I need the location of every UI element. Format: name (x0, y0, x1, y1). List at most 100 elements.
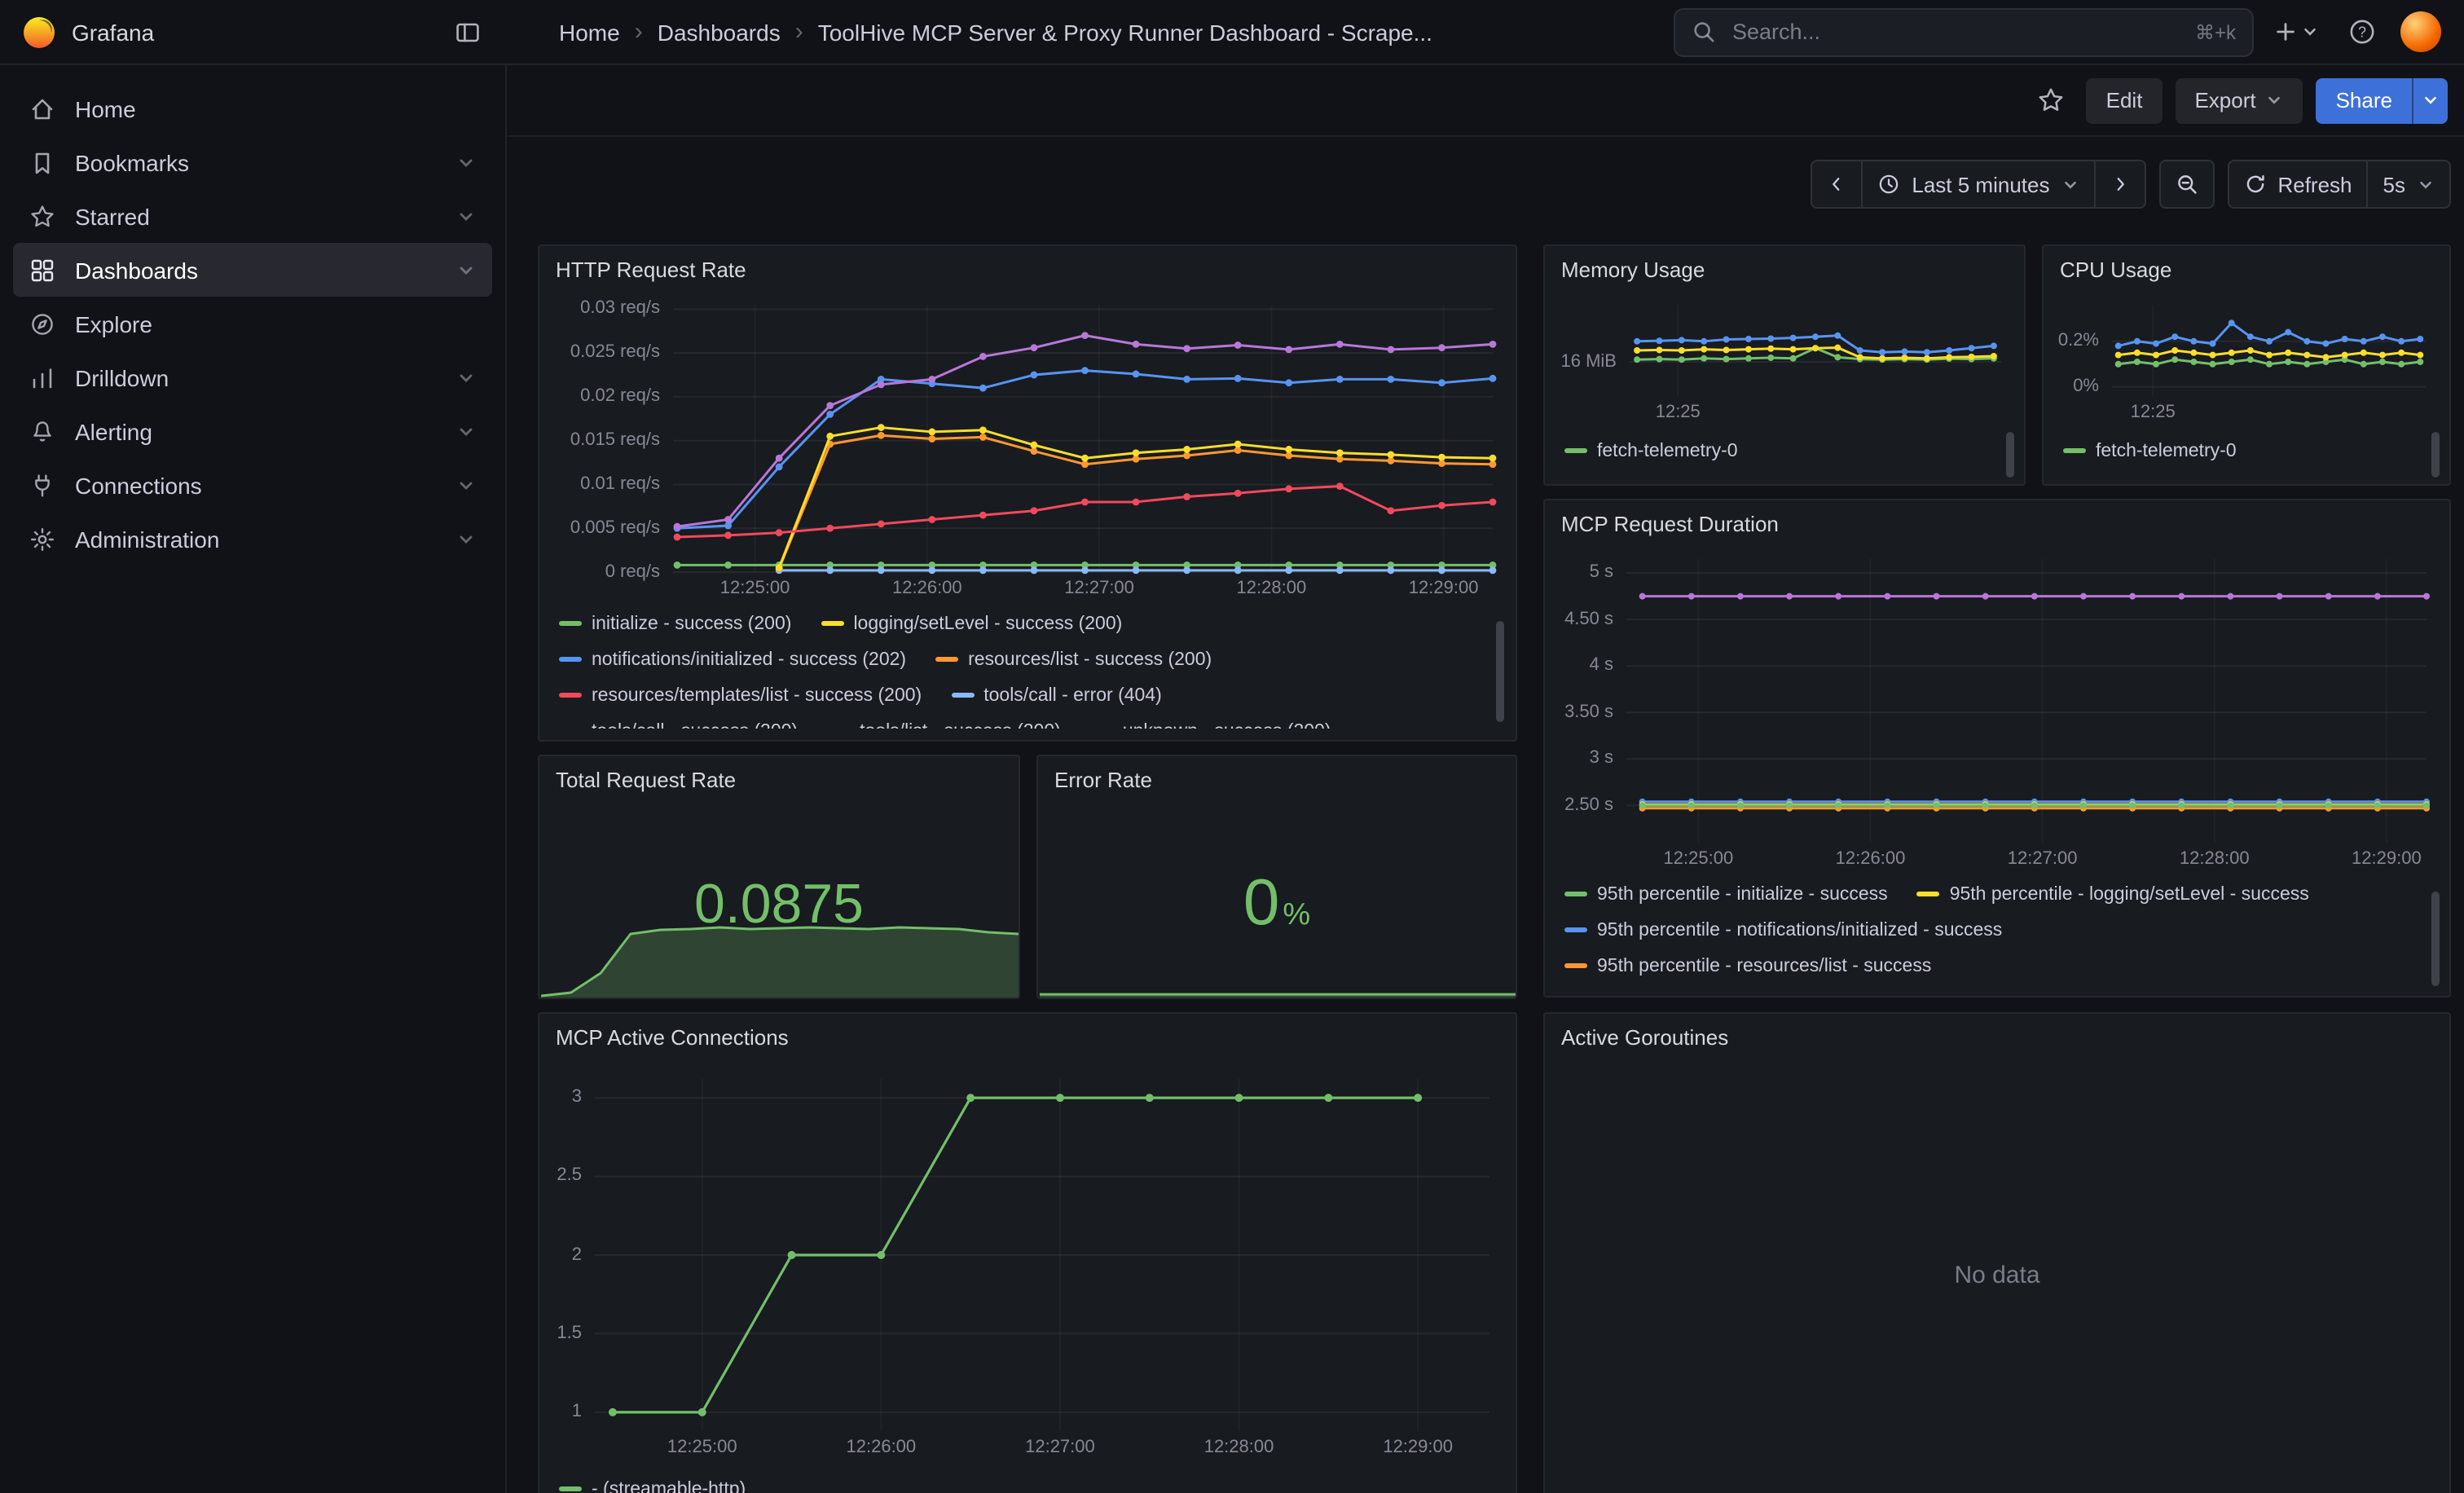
error-rate-sparkline[interactable] (1040, 968, 1516, 998)
search-input[interactable] (1729, 18, 2182, 46)
legend-item[interactable]: resources/templates/list - success (200) (559, 685, 922, 705)
legend-series-marker (951, 693, 974, 698)
legend-row: notifications/initialized - success (202… (559, 647, 1472, 672)
legend-series-label: - (streamable-http) (592, 1479, 746, 1493)
panel-title[interactable]: Total Request Rate (539, 756, 1019, 792)
legend-series-marker (1917, 892, 1940, 896)
add-button[interactable] (2270, 9, 2322, 55)
refresh-interval-picker[interactable]: 5s (2369, 160, 2451, 209)
legend-series-label: fetch-telemetry-0 (1597, 441, 1738, 460)
sidebar-item-label: Drilldown (75, 364, 169, 390)
chevron-down-icon (456, 206, 476, 226)
chevron-down-icon (456, 421, 476, 441)
chevron-left-icon (1827, 174, 1846, 194)
legend-item[interactable]: notifications/initialized - success (202… (559, 650, 906, 669)
legend-scrollbar[interactable] (2006, 432, 2014, 478)
brand-title: Grafana (72, 19, 154, 45)
sidebar-item-label: Alerting (75, 418, 152, 444)
breadcrumb: Home › Dashboards › ToolHive MCP Server … (559, 18, 1432, 46)
chevron-down-icon (456, 260, 476, 280)
time-range-label: Last 5 minutes (1912, 172, 2049, 196)
cpu-usage-chart[interactable]: 0.2%0%12:25 (2053, 295, 2440, 422)
legend-item[interactable]: logging/setLevel - success (200) (821, 614, 1122, 633)
search-box[interactable]: ⌘+k (1674, 7, 2254, 56)
share-button[interactable]: Share (2317, 77, 2412, 123)
legend-item[interactable]: 95th percentile - logging/setLevel - suc… (1917, 884, 2309, 904)
refresh-button[interactable]: Refresh (2227, 160, 2368, 209)
legend-series-label: tools/call - error (404) (983, 685, 1162, 705)
legend-scrollbar[interactable] (1496, 621, 1504, 722)
legend-item[interactable]: resources/list - success (200) (935, 650, 1212, 669)
sidebar-item-administration[interactable]: Administration (13, 512, 492, 566)
legend-series-label: 95th percentile - resources/list - succe… (1597, 956, 1931, 976)
legend-item[interactable]: fetch-telemetry-0 (1564, 441, 1738, 460)
search-shortcut: ⌘+k (2195, 20, 2236, 43)
panel-title[interactable]: CPU Usage (2044, 246, 2449, 282)
topbar: Grafana Home › Dashboards › ToolHive MCP… (0, 0, 2464, 65)
http-request-rate-chart[interactable]: 0.03 req/s0.025 req/s0.02 req/s0.015 req… (549, 295, 1509, 601)
legend-item[interactable]: tools/list - success (200) (827, 721, 1061, 729)
panel-title[interactable]: HTTP Request Rate (539, 246, 1516, 282)
legend-item[interactable]: initialize - success (200) (559, 614, 791, 633)
chart-canvas (549, 295, 1509, 601)
export-button[interactable]: Export (2175, 77, 2303, 123)
panel-title[interactable]: Error Rate (1038, 756, 1516, 792)
panel-left-icon (455, 19, 481, 45)
plug-icon (29, 472, 55, 498)
legend-item[interactable]: - (streamable-http) (559, 1479, 746, 1493)
zoom-out-button[interactable] (2158, 160, 2214, 209)
legend-item[interactable]: 95th percentile - resources/list - succe… (1564, 956, 1931, 976)
time-forward-button[interactable] (2095, 160, 2145, 209)
sidebar-item-connections[interactable]: Connections (13, 458, 492, 512)
sidebar-item-bookmarks[interactable]: Bookmarks (13, 135, 492, 189)
panel-title[interactable]: MCP Active Connections (539, 1014, 1516, 1050)
breadcrumb-dashboards[interactable]: Dashboards (658, 19, 781, 45)
panel-title[interactable]: Memory Usage (1545, 246, 2024, 282)
legend-series-label: tools/call - success (200) (592, 721, 798, 729)
share-button-label: Share (2336, 88, 2392, 112)
legend-series-marker (1564, 927, 1587, 932)
time-range-picker[interactable]: Last 5 minutes (1863, 160, 2095, 209)
panel-mcp-request-duration: MCP Request Duration 5 s4.50 s4 s3.50 s3… (1543, 499, 2451, 998)
chart-canvas (1555, 295, 2014, 422)
legend-series-label: 95th percentile - logging/setLevel - suc… (1950, 884, 2309, 904)
favorite-star-button[interactable] (2028, 77, 2074, 123)
breadcrumb-home[interactable]: Home (559, 19, 620, 45)
edit-button[interactable]: Edit (2087, 77, 2163, 123)
legend-scrollbar[interactable] (2431, 432, 2440, 478)
legend-item[interactable]: 95th percentile - notifications/initiali… (1564, 920, 2002, 940)
sidebar-item-alerting[interactable]: Alerting (13, 404, 492, 458)
help-button[interactable]: ? (2339, 9, 2384, 55)
sidebar-toggle-button[interactable] (445, 9, 491, 55)
sidebar-item-home[interactable]: Home (13, 81, 492, 135)
legend-series-label: fetch-telemetry-0 (2096, 441, 2237, 460)
panel-error-rate: Error Rate 0 % (1036, 755, 1517, 999)
time-back-button[interactable] (1811, 160, 1863, 209)
legend-item[interactable]: unknown - success (200) (1090, 721, 1331, 729)
breadcrumb-separator: › (635, 18, 643, 46)
legend-item[interactable]: tools/call - success (200) (559, 721, 798, 729)
sidebar-item-dashboards[interactable]: Dashboards (13, 243, 492, 297)
legend-item[interactable]: fetch-telemetry-0 (2063, 441, 2237, 460)
mcp-request-duration-chart[interactable]: 5 s4.50 s4 s3.50 s3 s2.50 s12:25:0012:26… (1555, 549, 2443, 872)
share-menu-button[interactable] (2412, 77, 2448, 123)
sidebar-item-label: Starred (75, 203, 150, 229)
grafana-logo[interactable] (20, 12, 59, 51)
svg-text:?: ? (2357, 24, 2365, 40)
panel-http-request-rate: HTTP Request Rate 0.03 req/s0.025 req/s0… (538, 244, 1517, 742)
legend-series-marker (2063, 448, 2086, 453)
panel-title[interactable]: MCP Request Duration (1545, 500, 2449, 536)
legend-row: resources/templates/list - success (200)… (559, 683, 1472, 707)
memory-usage-chart[interactable]: 16 MiB12:25 (1555, 295, 2014, 422)
total-request-rate-value: 0.0875 (539, 877, 1019, 932)
legend-item[interactable]: tools/call - error (404) (951, 685, 1162, 705)
sidebar-item-starred[interactable]: Starred (13, 189, 492, 243)
sidebar-item-label: Dashboards (75, 257, 198, 283)
sidebar-item-drilldown[interactable]: Drilldown (13, 350, 492, 404)
legend-item[interactable]: 95th percentile - initialize - success (1564, 884, 1888, 904)
sidebar-item-explore[interactable]: Explore (13, 297, 492, 350)
mcp-active-connections-chart[interactable]: 32.521.5112:25:0012:26:0012:27:0012:28:0… (549, 1066, 1509, 1460)
sidebar-item-label: Connections (75, 472, 202, 498)
legend-scrollbar[interactable] (2431, 892, 2440, 986)
user-avatar[interactable] (2400, 11, 2441, 52)
